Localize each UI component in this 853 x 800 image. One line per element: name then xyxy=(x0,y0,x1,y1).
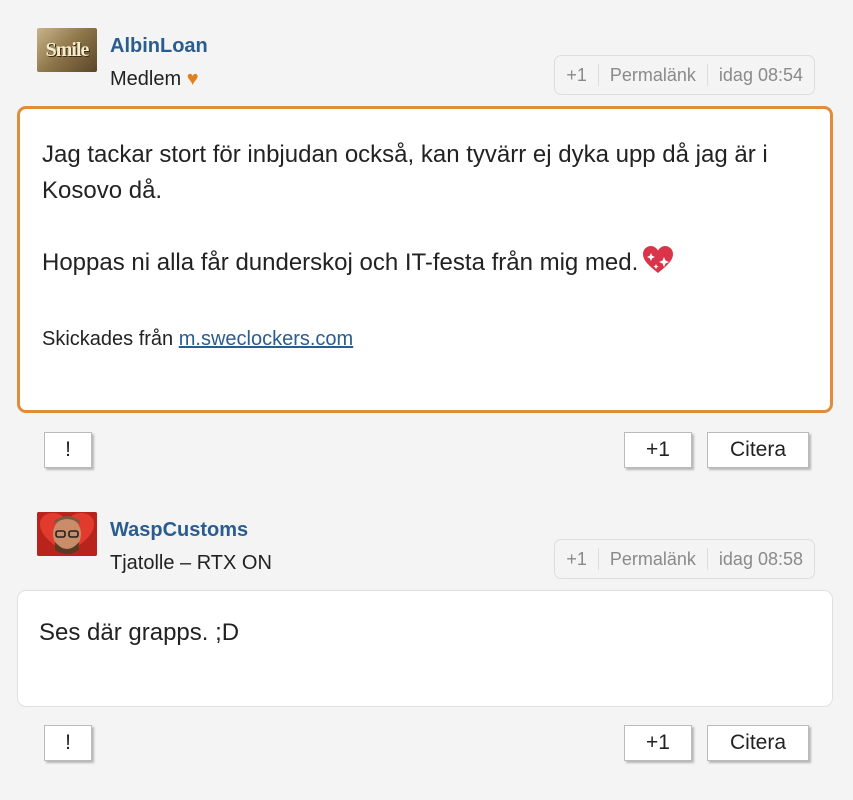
plus-one-count-link[interactable]: +1 xyxy=(555,64,598,86)
post-paragraph-text: Hoppas ni alla får dunderskoj och IT-fes… xyxy=(42,249,639,276)
post-meta-bar: +1 Permalänk idag 08:54 xyxy=(554,55,815,95)
plus-one-button[interactable]: +1 xyxy=(624,432,692,468)
sparkling-heart-icon xyxy=(642,245,674,286)
post-paragraph: Jag tackar stort för inbjudan också, kan… xyxy=(42,141,768,204)
post-paragraph: Hoppas ni alla får dunderskoj och IT-fes… xyxy=(42,245,808,286)
post-meta-bar: +1 Permalänk idag 08:58 xyxy=(554,539,815,579)
user-title: Tjatolle – RTX ON xyxy=(110,552,272,574)
permalink-link[interactable]: Permalänk xyxy=(597,64,707,86)
post-timestamp: idag 08:58 xyxy=(706,548,814,570)
report-button[interactable]: ! xyxy=(44,725,92,761)
username-link[interactable]: AlbinLoan xyxy=(110,35,208,58)
post-paragraph: Ses där grapps. ;D xyxy=(39,619,240,646)
avatar-text: Smile xyxy=(45,38,90,61)
quote-button[interactable]: Citera xyxy=(707,432,809,468)
user-avatar[interactable] xyxy=(37,512,97,556)
avatar-portrait-icon xyxy=(37,512,97,556)
plus-one-count-link[interactable]: +1 xyxy=(555,548,598,570)
user-avatar[interactable]: Smile xyxy=(37,28,97,72)
plus-one-button[interactable]: +1 xyxy=(624,725,692,761)
user-title-text: Medlem xyxy=(110,68,182,90)
user-title: Medlem ♥ xyxy=(110,68,199,91)
permalink-link[interactable]: Permalänk xyxy=(597,548,707,570)
sent-from-prefix: Skickades från xyxy=(42,328,179,350)
username-link[interactable]: WaspCustoms xyxy=(110,519,248,542)
quote-button[interactable]: Citera xyxy=(707,725,809,761)
heart-icon: ♥ xyxy=(186,68,199,90)
post-body: Ses där grapps. ;D xyxy=(17,590,833,707)
post-body: Jag tackar stort för inbjudan också, kan… xyxy=(17,106,833,413)
sent-from-line: Skickades från m.sweclockers.com xyxy=(42,328,808,351)
post-timestamp: idag 08:54 xyxy=(706,64,814,86)
report-button[interactable]: ! xyxy=(44,432,92,468)
sent-from-link[interactable]: m.sweclockers.com xyxy=(179,328,353,350)
